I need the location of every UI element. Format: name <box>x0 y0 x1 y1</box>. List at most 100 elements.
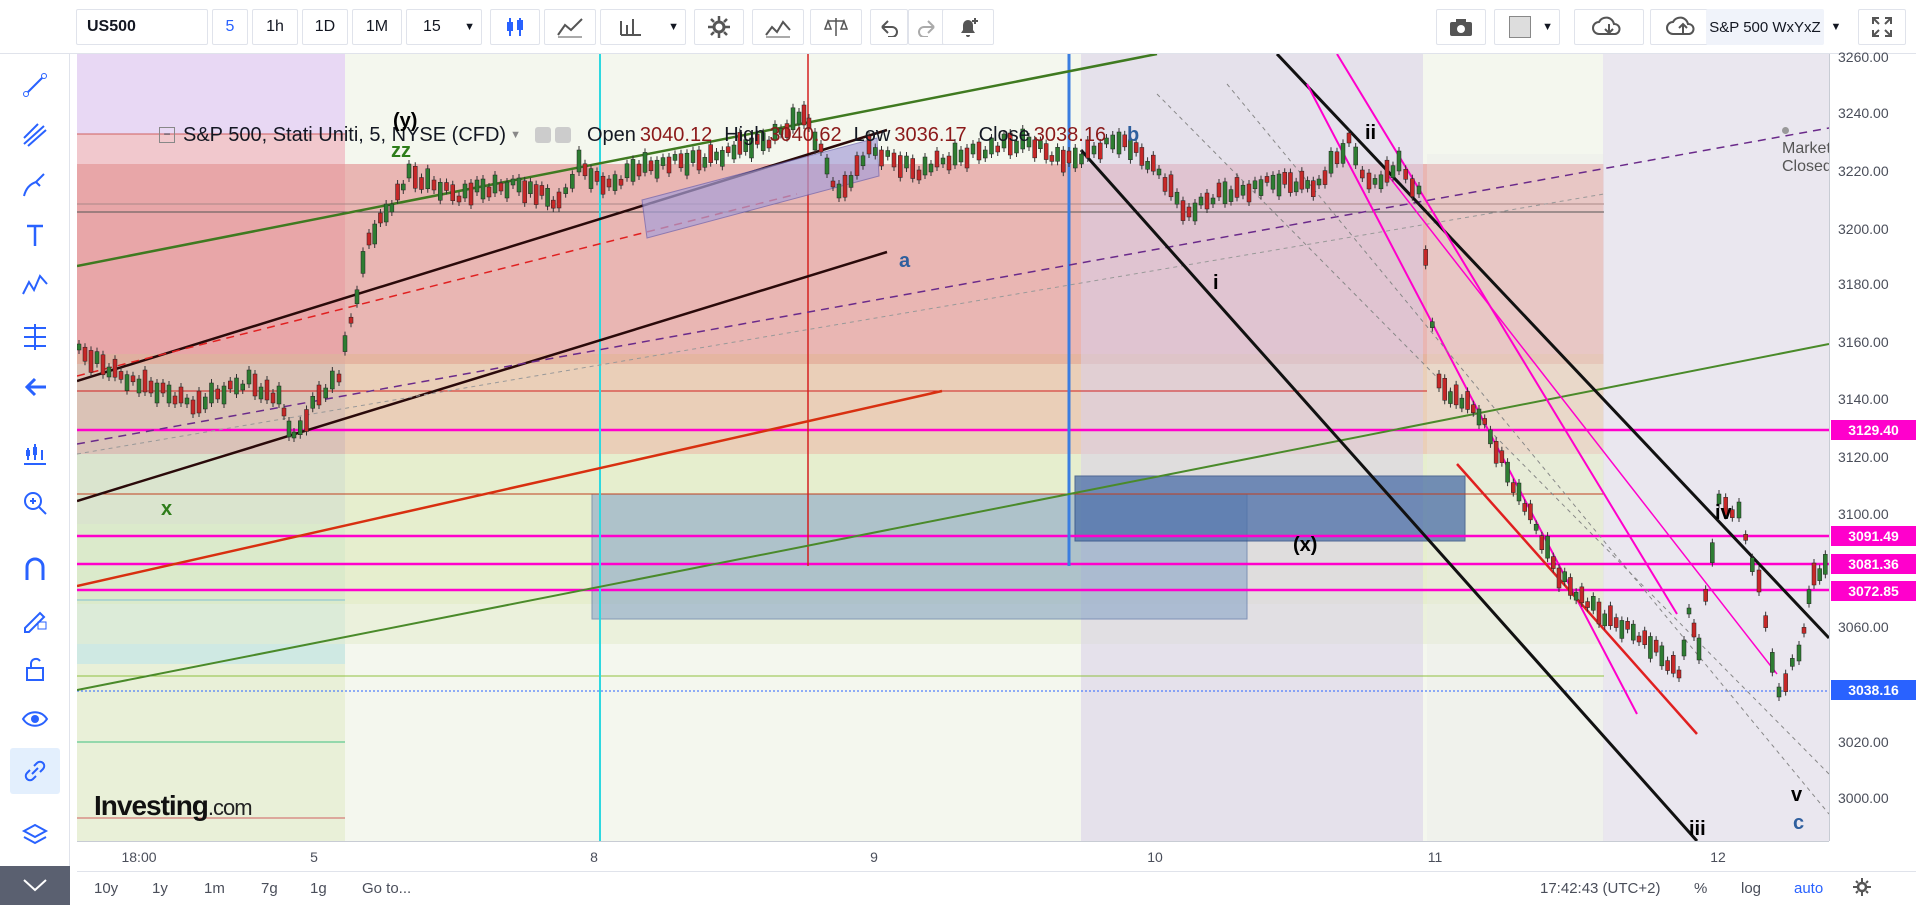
candle-body <box>1642 630 1647 645</box>
unlock-icon[interactable] <box>10 646 60 692</box>
link-icon[interactable] <box>10 748 60 794</box>
chart-settings-gear-icon[interactable] <box>1852 877 1872 901</box>
alert-bell-icon[interactable] <box>942 9 994 45</box>
candle-body <box>281 407 287 417</box>
collapse-toolbar-icon[interactable] <box>0 866 70 905</box>
range-1m-button[interactable]: 1m <box>204 880 225 897</box>
candle-body <box>1533 524 1539 531</box>
percent-toggle[interactable]: % <box>1694 880 1707 897</box>
time-scale[interactable]: 18:00 5 8 9 10 11 12 <box>77 841 1829 871</box>
interval-1m-button[interactable]: 1M <box>352 9 402 45</box>
fib-retracement-icon[interactable] <box>10 314 60 360</box>
templates-icon[interactable] <box>752 9 804 45</box>
wave-label-b: b <box>1127 124 1140 146</box>
goto-button[interactable]: Go to... <box>362 880 411 897</box>
candle-body <box>660 157 666 166</box>
candle-body <box>934 150 940 168</box>
chevron-down-icon[interactable]: ▼ <box>1824 9 1848 45</box>
magnet-icon[interactable] <box>10 546 60 592</box>
pitchfork-icon[interactable] <box>10 112 60 158</box>
candle-body <box>77 343 82 351</box>
range-10y-button[interactable]: 10y <box>94 880 118 897</box>
range-7g-button[interactable]: 7g <box>261 880 278 897</box>
candle-body <box>498 182 504 192</box>
legend-title[interactable]: S&P 500, Stati Uniti, 5, NYSE (CFD) <box>183 124 506 147</box>
candle-body <box>928 163 934 173</box>
clock-timezone[interactable]: 17:42:43 (UTC+2) <box>1540 880 1660 897</box>
candle-body <box>1573 591 1579 601</box>
candle-body <box>824 157 830 175</box>
compare-line-icon[interactable] <box>544 9 596 45</box>
price-tick: 3220.00 <box>1838 163 1889 179</box>
candle-body <box>209 382 214 404</box>
candle-body <box>922 156 928 176</box>
compare-scale-icon[interactable] <box>810 9 862 45</box>
candle-body <box>1222 181 1228 205</box>
back-arrow-icon[interactable] <box>10 364 60 410</box>
candle-body <box>1613 617 1619 628</box>
chevron-down-icon[interactable]: ▼ <box>510 129 521 141</box>
candle-body <box>1801 627 1807 634</box>
price-scale[interactable]: 3260.00 3240.00 3220.00 3200.00 3180.00 … <box>1829 49 1916 841</box>
candle-body <box>1410 178 1415 197</box>
camera-snapshot-icon[interactable] <box>1436 9 1486 45</box>
candle-body <box>1817 568 1822 581</box>
interval-1h-button[interactable]: 1h <box>252 9 298 45</box>
interval-1d-button[interactable]: 1D <box>302 9 348 45</box>
layout-select[interactable]: ▼ <box>1494 9 1560 45</box>
redo-icon[interactable] <box>908 9 946 45</box>
layers-icon[interactable] <box>10 812 60 858</box>
candle-body <box>1258 179 1264 196</box>
candle-body <box>1482 418 1487 425</box>
candle-body <box>904 155 909 169</box>
indicators-button[interactable]: ▼ <box>600 9 686 45</box>
zoom-icon[interactable] <box>10 480 60 526</box>
collapse-legend-icon[interactable]: − <box>159 127 175 143</box>
chart-legend: − S&P 500, Stati Uniti, 5, NYSE (CFD) ▼ … <box>159 120 1118 150</box>
elliott-wave-icon[interactable] <box>10 262 60 308</box>
auto-scale-toggle[interactable]: auto <box>1794 880 1823 897</box>
wave-label-i: i <box>1213 272 1219 294</box>
level-label-magenta: 3081.36 <box>1831 554 1916 574</box>
candle-body <box>1252 180 1258 190</box>
settings-gear-icon[interactable] <box>694 9 744 45</box>
indicator-icon[interactable] <box>10 430 60 476</box>
symbol-search-input[interactable]: US500 <box>76 9 208 45</box>
candle-body <box>1162 177 1168 192</box>
interval-dropdown[interactable]: 15 ▼ <box>406 9 482 45</box>
interval-5-button[interactable]: 5 <box>212 9 248 45</box>
fullscreen-icon[interactable] <box>1858 9 1906 45</box>
candle-body <box>413 166 418 189</box>
candle-body <box>450 184 455 201</box>
brush-icon[interactable] <box>10 162 60 208</box>
candle-body <box>1579 586 1585 604</box>
candles-chart-type-icon[interactable] <box>490 9 540 45</box>
candle-body <box>1691 622 1697 638</box>
chart-canvas[interactable]: − S&P 500, Stati Uniti, 5, NYSE (CFD) ▼ … <box>77 54 1829 841</box>
top-toolbar: US500 5 1h 1D 1M 15 ▼ ▼ ▼ S&P 500 WxYxZ … <box>0 0 1916 54</box>
eye-icon[interactable] <box>10 696 60 742</box>
text-icon[interactable] <box>10 212 60 258</box>
candle-body <box>1648 636 1653 659</box>
candle-body <box>1442 378 1447 401</box>
range-1y-button[interactable]: 1y <box>152 880 168 897</box>
settings-icon[interactable] <box>554 127 571 143</box>
lock-drawing-icon[interactable] <box>10 596 60 642</box>
wave-label-x: x <box>161 498 173 520</box>
undo-icon[interactable] <box>870 9 908 45</box>
saved-layout-name[interactable]: S&P 500 WxYxZ <box>1706 9 1824 45</box>
time-tick: 11 <box>1427 849 1443 865</box>
candle-body <box>1591 596 1596 611</box>
candle-body <box>528 181 533 194</box>
price-chart[interactable] <box>77 54 1829 841</box>
time-tick: 5 <box>310 849 318 865</box>
visibility-icon[interactable] <box>534 127 551 143</box>
candle-body <box>570 174 575 189</box>
log-toggle[interactable]: log <box>1741 880 1761 897</box>
cloud-download-icon[interactable] <box>1574 9 1644 45</box>
range-1g-button[interactable]: 1g <box>310 880 327 897</box>
candle-body <box>1079 153 1084 165</box>
candle-body <box>1465 391 1470 410</box>
trend-line-icon[interactable] <box>10 62 60 108</box>
wave-label-c: c <box>1793 812 1805 834</box>
